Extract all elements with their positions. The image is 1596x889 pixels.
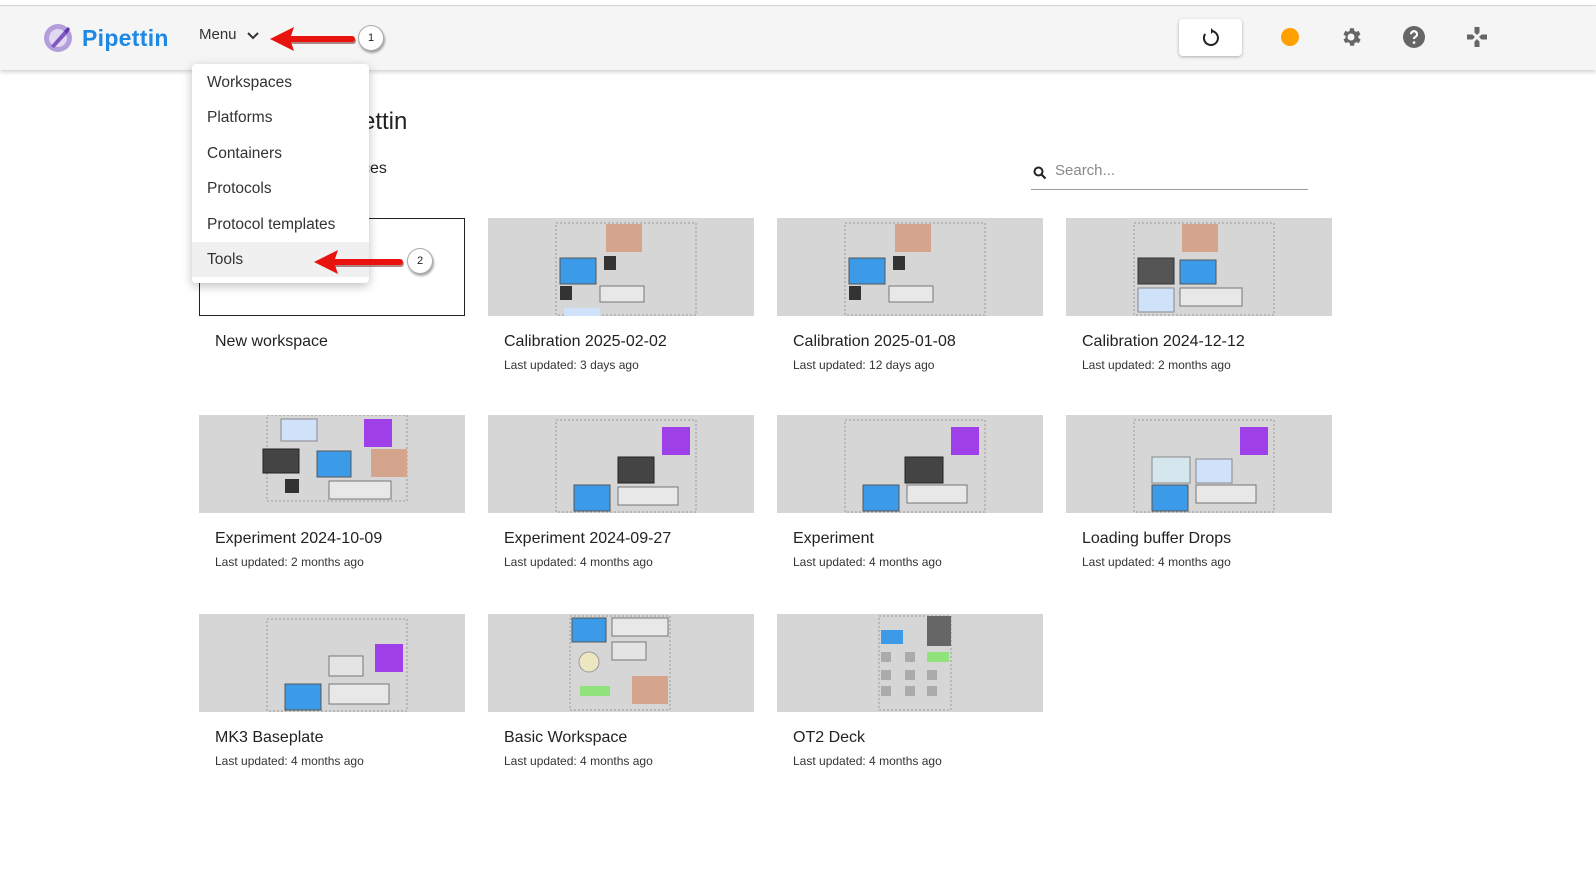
menu-item-protocols[interactable]: Protocols bbox=[192, 171, 369, 206]
workspace-thumbnail[interactable] bbox=[777, 614, 1043, 712]
annotation-arrow-2 bbox=[314, 250, 404, 274]
workspace-card[interactable]: Calibration 2025-01-08 Last updated: 12 … bbox=[777, 218, 1043, 388]
workspace-card[interactable]: Basic Workspace Last updated: 4 months a… bbox=[488, 614, 754, 784]
workspace-thumbnail[interactable] bbox=[199, 415, 465, 513]
search-field[interactable] bbox=[1031, 152, 1308, 190]
workspace-thumbnail[interactable] bbox=[488, 415, 754, 513]
card-title: Basic Workspace bbox=[504, 729, 628, 746]
help-button[interactable] bbox=[1401, 24, 1427, 50]
menu-item-platforms[interactable]: Platforms bbox=[192, 100, 369, 135]
card-title: Calibration 2025-01-08 bbox=[793, 333, 956, 350]
card-title: Loading buffer Drops bbox=[1082, 530, 1232, 547]
workspace-thumbnail[interactable] bbox=[777, 218, 1043, 316]
menu-label: Menu bbox=[199, 26, 237, 43]
card-title: MK3 Baseplate bbox=[215, 729, 324, 746]
workspace-card[interactable]: Calibration 2024-12-12 Last updated: 2 m… bbox=[1066, 218, 1332, 388]
workspace-thumbnail[interactable] bbox=[199, 614, 465, 712]
deck-preview bbox=[266, 618, 408, 712]
settings-button[interactable] bbox=[1338, 24, 1364, 50]
card-title: OT2 Deck bbox=[793, 729, 866, 746]
menu-button[interactable]: Menu bbox=[199, 26, 259, 43]
refresh-icon bbox=[1202, 27, 1219, 46]
app-bar: Pipettin Menu bbox=[0, 6, 1596, 70]
card-last-updated: Last updated: 4 months ago bbox=[215, 754, 364, 768]
chevron-down-icon bbox=[246, 31, 259, 39]
card-title: Calibration 2025-02-02 bbox=[504, 333, 667, 350]
workspace-card[interactable]: Experiment Last updated: 4 months ago bbox=[777, 415, 1043, 585]
menu-item-protocol-templates[interactable]: Protocol templates bbox=[192, 207, 369, 242]
card-title: New workspace bbox=[215, 333, 328, 350]
deck-preview bbox=[878, 615, 952, 711]
deck-preview bbox=[844, 419, 986, 513]
menu-item-workspaces[interactable]: Workspaces bbox=[192, 65, 369, 100]
search-input[interactable] bbox=[1055, 162, 1295, 179]
workspace-card[interactable]: Experiment 2024-10-09 Last updated: 2 mo… bbox=[199, 415, 465, 585]
search-icon bbox=[1033, 166, 1047, 179]
annotation-badge-1: 1 bbox=[358, 25, 384, 51]
card-title: Experiment 2024-10-09 bbox=[215, 530, 383, 547]
workspace-card[interactable]: Experiment 2024-09-27 Last updated: 4 mo… bbox=[488, 415, 754, 585]
card-title: Experiment 2024-09-27 bbox=[504, 530, 672, 547]
deck-preview bbox=[1133, 222, 1275, 316]
pipette-logo-icon bbox=[44, 24, 72, 52]
workspace-thumbnail[interactable] bbox=[488, 614, 754, 712]
workspace-card[interactable]: Loading buffer Drops Last updated: 4 mon… bbox=[1066, 415, 1332, 585]
menu-item-containers[interactable]: Containers bbox=[192, 136, 369, 171]
card-last-updated: Last updated: 4 months ago bbox=[504, 754, 653, 768]
gamepad-icon bbox=[1467, 27, 1487, 47]
refresh-button[interactable] bbox=[1179, 19, 1242, 56]
card-last-updated: Last updated: 2 months ago bbox=[1082, 358, 1231, 372]
annotation-badge-2: 2 bbox=[407, 248, 433, 274]
card-last-updated: Last updated: 12 days ago bbox=[793, 358, 935, 372]
help-icon bbox=[1403, 26, 1425, 48]
card-last-updated: Last updated: 4 months ago bbox=[793, 555, 942, 569]
workspace-thumbnail[interactable] bbox=[777, 415, 1043, 513]
controller-button[interactable] bbox=[1464, 24, 1490, 50]
deck-preview bbox=[844, 222, 986, 316]
workspace-thumbnail[interactable] bbox=[488, 218, 754, 316]
deck-preview bbox=[1133, 419, 1275, 513]
deck-preview bbox=[555, 222, 697, 316]
card-last-updated: Last updated: 4 months ago bbox=[504, 555, 653, 569]
connection-status-dot[interactable] bbox=[1281, 28, 1299, 46]
annotation-arrow-1 bbox=[270, 27, 356, 51]
workspace-card[interactable]: OT2 Deck Last updated: 4 months ago bbox=[777, 614, 1043, 784]
deck-preview bbox=[555, 419, 697, 513]
card-title: Experiment bbox=[793, 530, 874, 547]
workspace-card[interactable]: MK3 Baseplate Last updated: 4 months ago bbox=[199, 614, 465, 784]
card-last-updated: Last updated: 3 days ago bbox=[504, 358, 639, 372]
card-last-updated: Last updated: 4 months ago bbox=[793, 754, 942, 768]
gear-icon bbox=[1343, 28, 1361, 46]
app-logo[interactable]: Pipettin bbox=[42, 22, 169, 54]
deck-preview bbox=[262, 415, 408, 502]
workspace-thumbnail[interactable] bbox=[1066, 218, 1332, 316]
workspace-card[interactable]: Calibration 2025-02-02 Last updated: 3 d… bbox=[488, 218, 754, 388]
card-last-updated: Last updated: 4 months ago bbox=[1082, 555, 1231, 569]
card-title: Calibration 2024-12-12 bbox=[1082, 333, 1245, 350]
workspace-thumbnail[interactable] bbox=[1066, 415, 1332, 513]
deck-preview bbox=[569, 615, 671, 711]
card-last-updated: Last updated: 2 months ago bbox=[215, 555, 364, 569]
app-name: Pipettin bbox=[82, 24, 169, 51]
